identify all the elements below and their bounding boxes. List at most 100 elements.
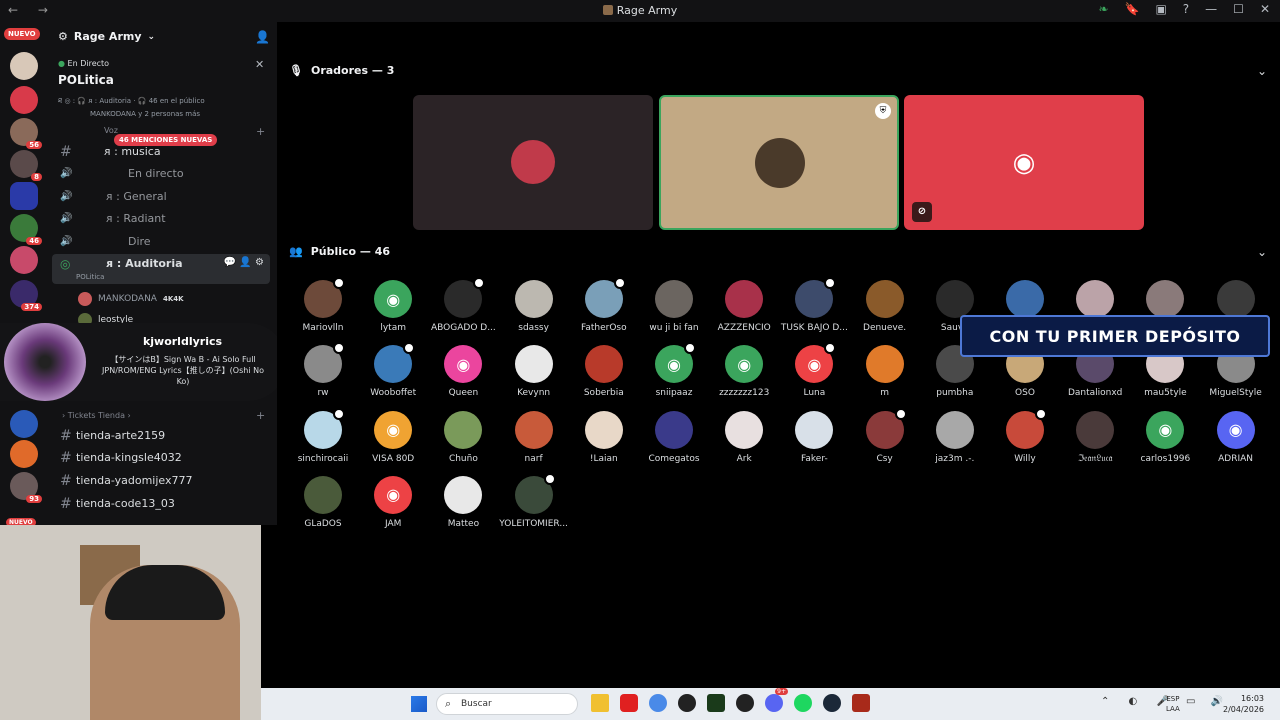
audience-member[interactable]: rw (288, 342, 358, 398)
app-icon[interactable] (707, 694, 725, 712)
audience-member[interactable]: ◉ ADRIAN (1201, 410, 1271, 464)
audience-member[interactable]: Comegatos (639, 410, 709, 464)
speakers-header[interactable]: 🎙 Oradores — 3 (289, 64, 394, 77)
audience-member[interactable]: ◉ zzzzzzz123 (709, 345, 779, 398)
avatar (584, 277, 626, 318)
channel-en-directo[interactable]: 🔊 En directo (48, 163, 277, 184)
audience-member[interactable]: TUSK BAJO D... (779, 277, 849, 333)
hash-icon: # (60, 143, 72, 160)
maximize-icon[interactable]: ☐ (1233, 2, 1244, 16)
audience-member[interactable]: Ark (709, 410, 779, 464)
close-live-icon[interactable]: ✕ (255, 58, 264, 71)
audience-member[interactable]: wu ji bi fan (639, 280, 709, 333)
channel-dire[interactable]: 🔊 Dire (48, 231, 277, 252)
server-icon-9[interactable] (10, 410, 38, 438)
audience-name: AZZZENCIO (717, 323, 771, 333)
audience-member[interactable]: Matteo (428, 475, 498, 529)
audience-member[interactable]: YOLEITOMIER... (499, 472, 569, 529)
add-member-icon[interactable]: 👤 (255, 30, 270, 44)
audience-member[interactable]: narf (499, 410, 569, 464)
github-icon[interactable] (736, 694, 754, 712)
start-icon[interactable] (411, 696, 427, 712)
audience-member[interactable]: m (850, 345, 920, 398)
avatar (865, 345, 904, 384)
obs-icon[interactable] (678, 694, 696, 712)
server-icon-1[interactable] (10, 52, 38, 80)
language[interactable]: ESP LAA (1166, 694, 1180, 714)
audience-member[interactable]: FatherOso (569, 277, 639, 333)
close-icon[interactable]: ✕ (1260, 2, 1270, 16)
spotify-icon[interactable] (794, 694, 812, 712)
channel-radiant[interactable]: 🔊 ᴙ : Radiant (48, 208, 277, 229)
audience-member[interactable]: Mariovlln (288, 277, 358, 333)
speaker-tile-1[interactable] (413, 95, 653, 230)
audience-member[interactable]: AZZZENCIO (709, 280, 779, 333)
channel-tienda-1[interactable]: # tienda-arte2159 (48, 425, 277, 446)
audience-member[interactable]: sdassy (499, 280, 569, 333)
audience-member[interactable]: ◉ JAM (358, 475, 428, 529)
chrome-icon[interactable] (649, 694, 667, 712)
search-box[interactable]: ⌕ Buscar (436, 693, 578, 715)
audience-member[interactable]: GLaDOS (288, 475, 358, 529)
server-icon-6[interactable]: 46 (10, 214, 42, 245)
channel-tienda-4[interactable]: # tienda-code13_03 (48, 493, 277, 514)
voice-user-mankodana[interactable]: MANKODANA 4K4K (78, 292, 184, 306)
server-icon-5[interactable] (10, 182, 38, 210)
audience-member[interactable]: Faker- (779, 410, 849, 464)
audience-member[interactable]: ABOGADO D... (428, 277, 498, 333)
server-icon-3[interactable]: 56 (10, 118, 42, 149)
minimize-icon[interactable]: — (1205, 2, 1217, 16)
help-icon[interactable]: ? (1183, 2, 1189, 16)
audience-member[interactable]: ◉ sniipaaz (639, 342, 709, 398)
server-icon-10[interactable] (10, 440, 38, 468)
audience-member[interactable]: ◉ carlos1996 (1130, 410, 1200, 464)
add-channel-icon[interactable]: + (256, 125, 265, 138)
server-icon-11[interactable]: 93 (10, 472, 42, 503)
tickets-category[interactable]: › Tickets Tienda › (62, 411, 131, 420)
leaf-icon[interactable]: ❧ (1098, 2, 1108, 16)
inbox-icon[interactable]: ▣ (1155, 2, 1166, 16)
audience-member[interactable]: Wooboffet (358, 342, 428, 399)
discord-icon[interactable]: 9+ (765, 688, 788, 712)
channel-auditoria[interactable]: ◎ ᴙ : Auditoria POLitica 💬 👤 ⚙ (52, 254, 270, 284)
audience-member[interactable]: ℑ𝔢𝔞𝔫𝔏𝔲𝔠𝔞 (1060, 410, 1130, 464)
channel-general[interactable]: 🔊 ᴙ : General (48, 186, 277, 207)
audience-member[interactable]: ◉ VISA 80D (358, 410, 428, 464)
public-header[interactable]: 👥 Público — 46 (289, 245, 390, 258)
audience-member[interactable]: Csy (850, 407, 920, 464)
add-ticket-icon[interactable]: + (256, 409, 265, 422)
channel-tienda-3[interactable]: # tienda-yadomijex777 (48, 470, 277, 491)
channel-musica[interactable]: # ᴙ : musica (48, 141, 277, 162)
channel-settings-icon[interactable]: 💬 👤 ⚙ (224, 257, 264, 268)
clock[interactable]: 16:03 2/04/2026 (1223, 693, 1264, 715)
speaker-tile-3[interactable]: ◉ ⊘ (904, 95, 1144, 230)
moderator-icon (543, 472, 556, 485)
pin-icon[interactable]: 🔖 (1125, 2, 1140, 16)
audience-member[interactable]: Soberbia (569, 345, 639, 398)
audience-member[interactable]: jaz3m .-. (920, 410, 990, 464)
audience-member[interactable]: ◉ Luna (779, 342, 849, 398)
dota-icon[interactable] (852, 694, 870, 712)
chevron-down-icon[interactable]: ⌄ (1257, 64, 1267, 78)
audience-member[interactable]: ◉ Queen (428, 345, 498, 398)
speaker-tile-2[interactable]: ⛨ (659, 95, 899, 230)
server-icon-7[interactable] (10, 246, 38, 274)
steam-icon[interactable] (823, 694, 841, 712)
audience-member[interactable]: ◉ lytam (358, 280, 428, 333)
audience-member[interactable]: Willy (990, 407, 1060, 464)
chevron-down-icon[interactable]: ⌄ (1257, 245, 1267, 259)
audience-member[interactable]: !Laian (569, 410, 639, 464)
server-icon-4[interactable]: 8 (10, 150, 42, 181)
audience-member[interactable]: Denueve. (850, 280, 920, 333)
audience-member[interactable]: Kevynn (499, 345, 569, 398)
server-icon-2[interactable] (10, 86, 38, 114)
audience-name: Wooboffet (370, 388, 417, 399)
audience-member[interactable]: sinchirocaii (288, 407, 358, 464)
folder-icon[interactable] (591, 694, 609, 712)
channel-tienda-2[interactable]: # tienda-kingsle4032 (48, 447, 277, 468)
server-header[interactable]: ⚙ Rage Army ⌄ (58, 30, 155, 43)
voice-category[interactable]: Voz (104, 126, 118, 135)
youtube-icon[interactable] (620, 694, 638, 712)
server-icon-8[interactable]: 374 (10, 280, 42, 311)
audience-member[interactable]: Chuño (428, 410, 498, 464)
